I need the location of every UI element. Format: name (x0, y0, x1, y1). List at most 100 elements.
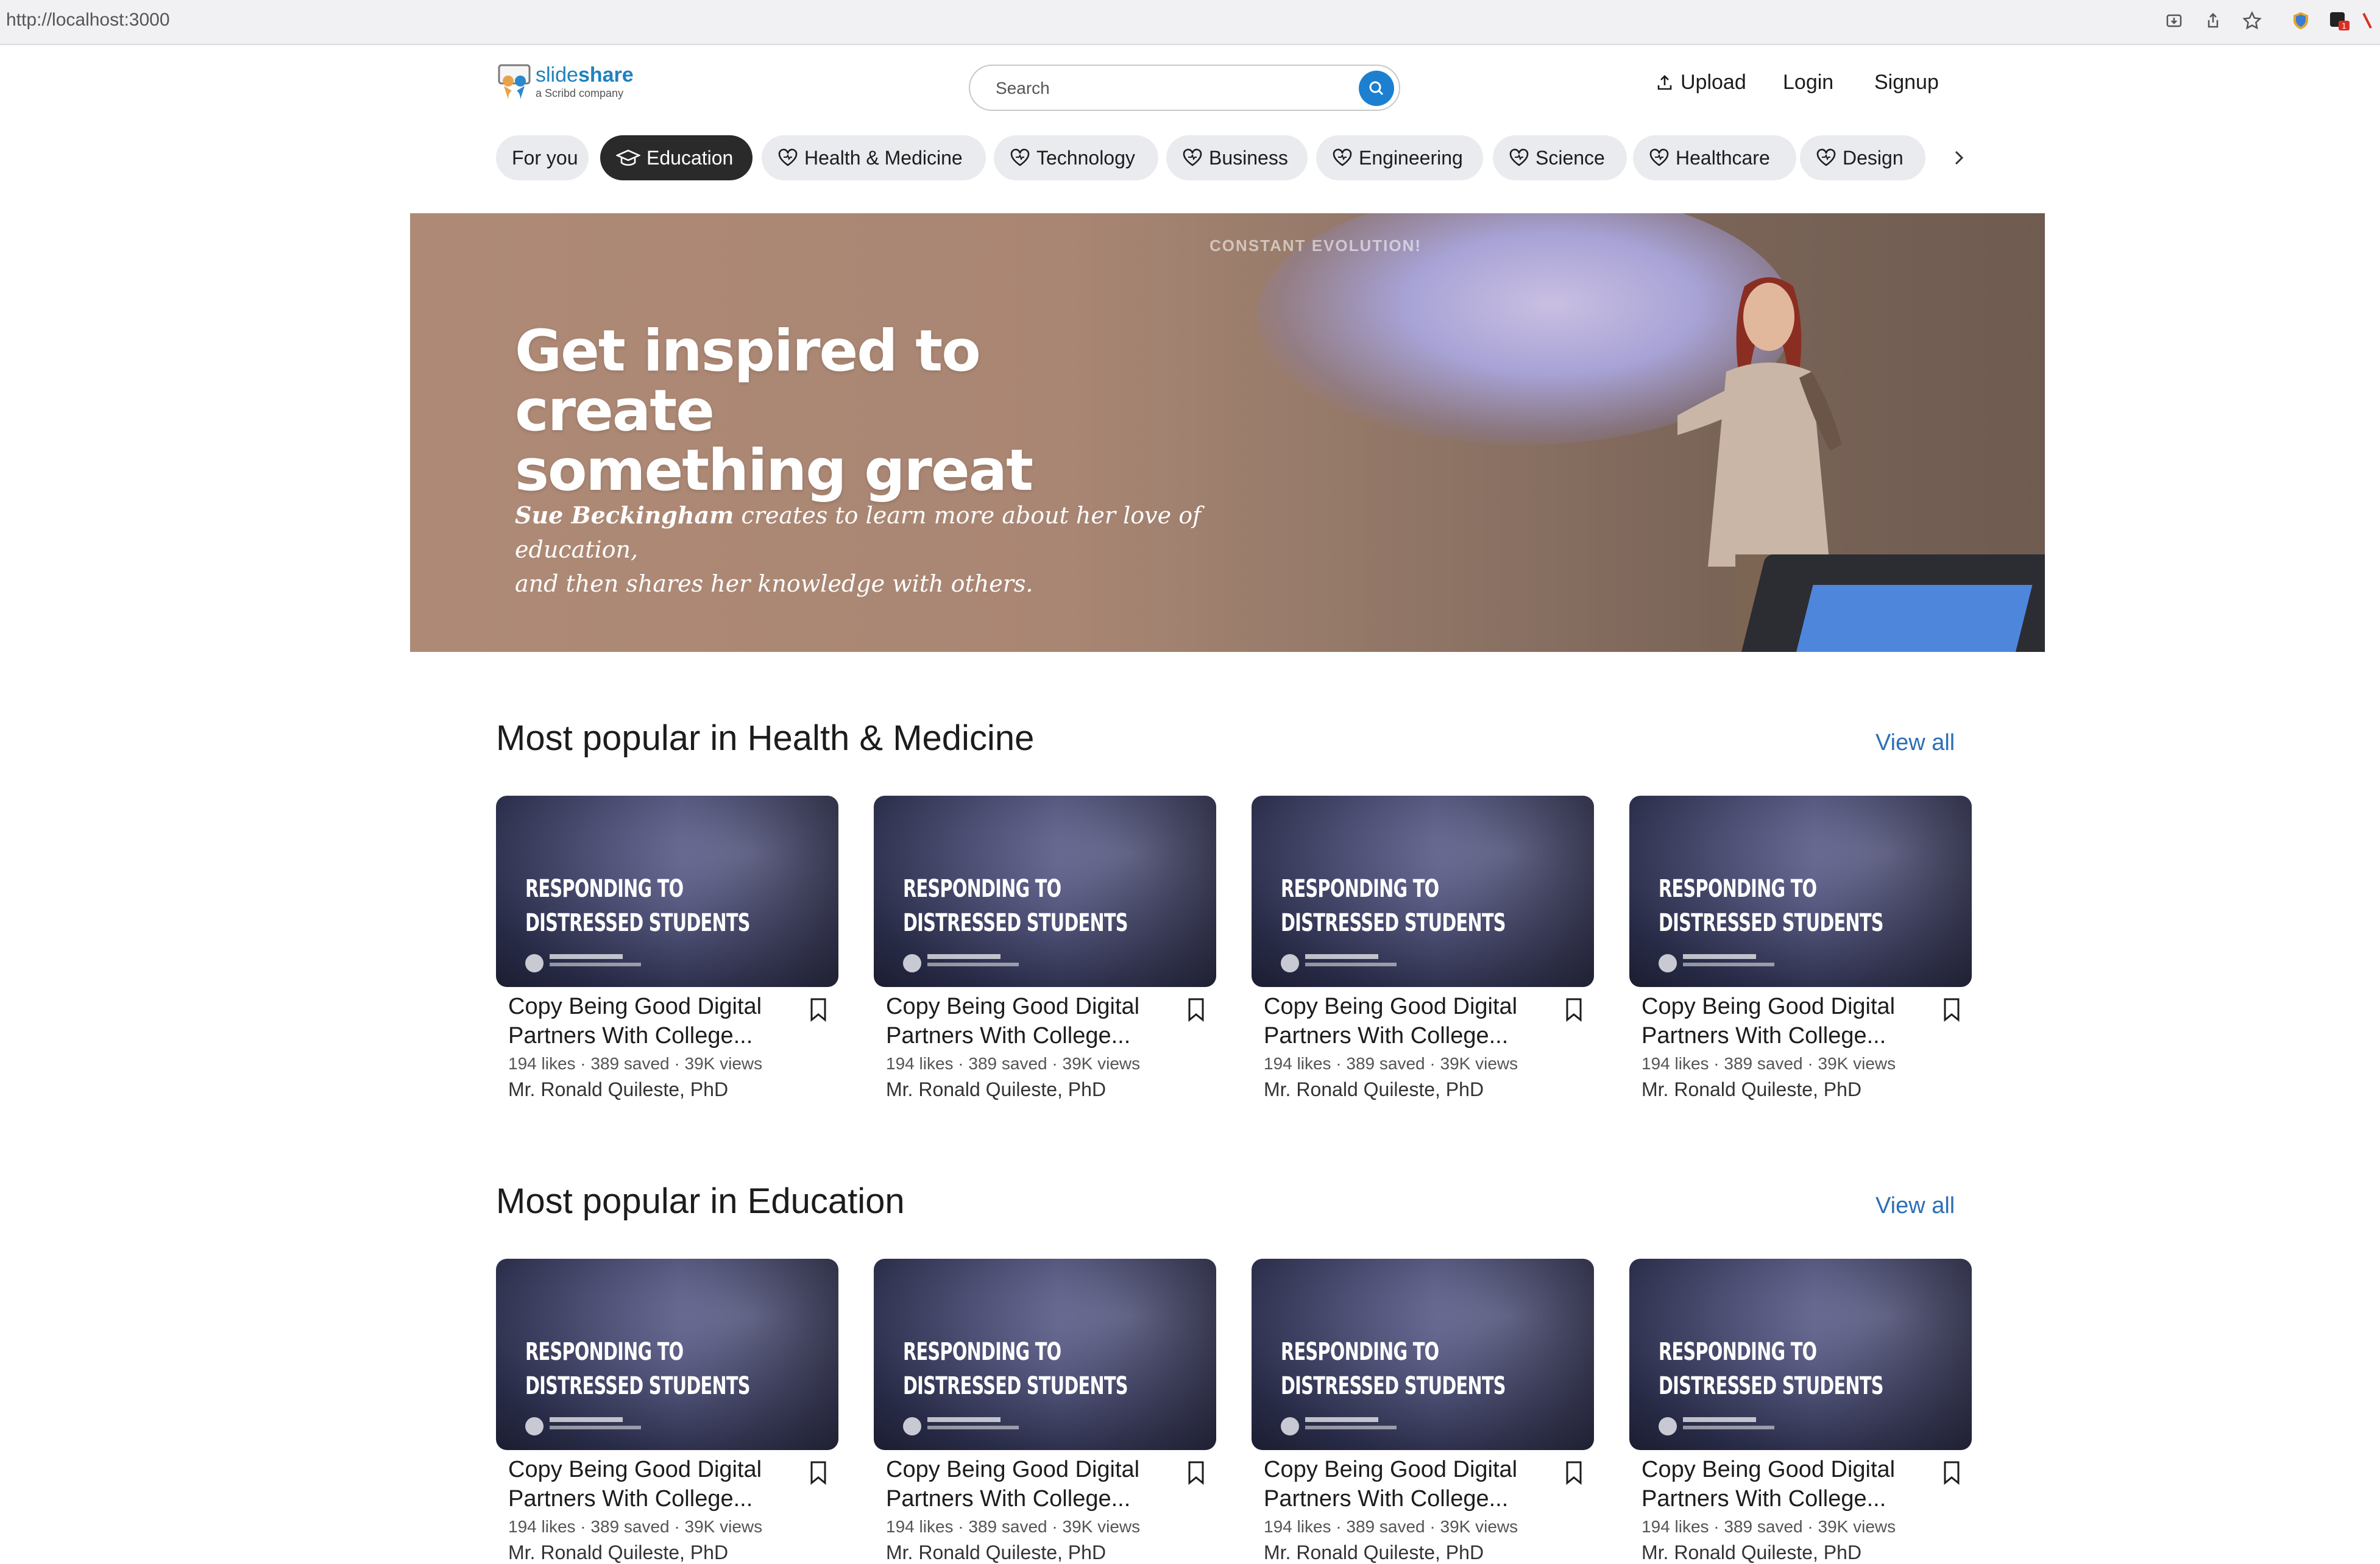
document-thumbnail[interactable]: RESPONDING TO DISTRESSED STUDENTS (1629, 796, 1972, 987)
bookmark-icon[interactable] (1565, 997, 1583, 1025)
document-title[interactable]: Copy Being Good Digital Partners With Co… (508, 1455, 788, 1513)
bookmark-icon[interactable] (1943, 1460, 1961, 1488)
extension-more-icon[interactable] (2358, 9, 2376, 33)
category-label: Engineering (1359, 146, 1463, 169)
document-thumbnail[interactable]: RESPONDING TO DISTRESSED STUDENTS (1629, 1259, 1972, 1450)
thumbnail-text: RESPONDING TO (1659, 1338, 1817, 1366)
categories-next-button[interactable] (1944, 135, 1974, 180)
category-pill-design[interactable]: Design (1800, 135, 1925, 180)
likes-count: 194 likes (886, 1517, 954, 1536)
address-bar[interactable]: http://localhost:3000 (6, 10, 170, 30)
hero-title: Get inspired to create something great (515, 322, 1185, 501)
likes-count: 194 likes (1642, 1054, 1709, 1073)
category-pill-engineering[interactable]: Engineering (1316, 135, 1483, 180)
bookmark-icon[interactable] (809, 997, 827, 1025)
bookmark-icon[interactable] (1187, 1460, 1205, 1488)
views-count: 39K views (1818, 1517, 1896, 1536)
document-author[interactable]: Mr. Ronald Quileste, PhD (508, 1078, 728, 1101)
bookmark-icon[interactable] (809, 1460, 827, 1488)
category-pill-for-you[interactable]: For you (496, 135, 589, 180)
logo-mark-icon (498, 64, 531, 99)
document-author[interactable]: Mr. Ronald Quileste, PhD (1264, 1078, 1484, 1101)
search-icon (1369, 81, 1384, 96)
chevron-right-icon (1955, 150, 1964, 165)
document-author[interactable]: Mr. Ronald Quileste, PhD (508, 1541, 728, 1564)
thumbnail-text: RESPONDING TO (903, 1338, 1061, 1366)
logo-name-light: slide (536, 63, 578, 87)
bookmark-star-icon[interactable] (2240, 9, 2264, 33)
thumbnail-text: DISTRESSED STUDENTS (903, 909, 1128, 937)
saved-count: 389 saved (1724, 1054, 1803, 1073)
category-pill-education[interactable]: Education (600, 135, 753, 180)
category-label: Healthcare (1676, 146, 1770, 169)
signup-link[interactable]: Signup (1874, 71, 1939, 94)
bookmark-icon[interactable] (1943, 997, 1961, 1025)
hero-description: Sue Beckingham creates to learn more abo… (515, 498, 1222, 601)
document-title[interactable]: Copy Being Good Digital Partners With Co… (1642, 992, 1922, 1050)
thumbnail-text: DISTRESSED STUDENTS (903, 1372, 1128, 1400)
category-label: Science (1535, 146, 1605, 169)
heart-icon (1816, 149, 1836, 166)
view-all-link[interactable]: View all (1875, 730, 1955, 756)
saved-count: 389 saved (1724, 1517, 1803, 1536)
hero-banner[interactable]: CONSTANT EVOLUTION! Get inspired to crea… (410, 213, 2045, 652)
saved-count: 389 saved (1346, 1054, 1425, 1073)
browser-toolbar: http://localhost:3000 1 (0, 0, 2380, 45)
document-title[interactable]: Copy Being Good Digital Partners With Co… (886, 1455, 1166, 1513)
upload-button[interactable]: Upload (1655, 71, 1746, 94)
thumbnail-text: RESPONDING TO (1281, 1338, 1439, 1366)
bookmark-icon[interactable] (1565, 1460, 1583, 1488)
saved-count: 389 saved (968, 1054, 1047, 1073)
document-thumbnail[interactable]: RESPONDING TO DISTRESSED STUDENTS (874, 796, 1216, 987)
category-pill-healthcare[interactable]: Healthcare (1633, 135, 1796, 180)
section-title: Most popular in Education (496, 1181, 905, 1221)
thumbnail-text: DISTRESSED STUDENTS (525, 1372, 751, 1400)
bookmark-icon[interactable] (1187, 997, 1205, 1025)
thumbnail-text: DISTRESSED STUDENTS (1659, 1372, 1884, 1400)
likes-count: 194 likes (508, 1517, 576, 1536)
views-count: 39K views (684, 1054, 763, 1073)
views-count: 39K views (684, 1517, 763, 1536)
section-title: Most popular in Health & Medicine (496, 718, 1035, 758)
slideshare-logo[interactable]: slideshare a Scribd company (498, 62, 634, 101)
document-author[interactable]: Mr. Ronald Quileste, PhD (1642, 1541, 1861, 1564)
saved-count: 389 saved (968, 1517, 1047, 1536)
heart-icon (1509, 149, 1529, 166)
document-author[interactable]: Mr. Ronald Quileste, PhD (886, 1078, 1106, 1101)
install-icon[interactable] (2162, 9, 2186, 33)
document-stats: 194 likes · 389 saved · 39K views (1264, 1517, 1518, 1536)
extension-shield-icon[interactable] (2289, 9, 2313, 33)
thumbnail-text: DISTRESSED STUDENTS (1281, 909, 1506, 937)
document-title[interactable]: Copy Being Good Digital Partners With Co… (1264, 992, 1544, 1050)
login-link[interactable]: Login (1783, 71, 1833, 94)
search-button[interactable] (1359, 71, 1394, 106)
category-pill-health-medicine[interactable]: Health & Medicine (762, 135, 986, 180)
document-title[interactable]: Copy Being Good Digital Partners With Co… (1642, 1455, 1922, 1513)
category-pill-technology[interactable]: Technology (994, 135, 1158, 180)
logo-name-bold: share (578, 63, 634, 87)
share-icon[interactable] (2201, 9, 2225, 33)
thumbnail-text: RESPONDING TO (1659, 875, 1817, 903)
category-pill-science[interactable]: Science (1493, 135, 1627, 180)
heart-icon (1649, 149, 1669, 166)
search-input[interactable] (994, 76, 1338, 101)
document-author[interactable]: Mr. Ronald Quileste, PhD (1642, 1078, 1861, 1101)
document-title[interactable]: Copy Being Good Digital Partners With Co… (886, 992, 1166, 1050)
document-thumbnail[interactable]: RESPONDING TO DISTRESSED STUDENTS (496, 1259, 838, 1450)
document-thumbnail[interactable]: RESPONDING TO DISTRESSED STUDENTS (1252, 796, 1594, 987)
likes-count: 194 likes (1642, 1517, 1709, 1536)
document-thumbnail[interactable]: RESPONDING TO DISTRESSED STUDENTS (496, 796, 838, 987)
svg-text:1: 1 (2342, 22, 2346, 30)
heart-icon (1183, 149, 1202, 166)
document-thumbnail[interactable]: RESPONDING TO DISTRESSED STUDENTS (1252, 1259, 1594, 1450)
extension-badge-icon[interactable]: 1 (2328, 9, 2352, 33)
document-stats: 194 likes · 389 saved · 39K views (1642, 1054, 1896, 1073)
document-title[interactable]: Copy Being Good Digital Partners With Co… (1264, 1455, 1544, 1513)
hero-laptop-image (1735, 554, 2045, 652)
document-author[interactable]: Mr. Ronald Quileste, PhD (1264, 1541, 1484, 1564)
document-thumbnail[interactable]: RESPONDING TO DISTRESSED STUDENTS (874, 1259, 1216, 1450)
document-author[interactable]: Mr. Ronald Quileste, PhD (886, 1541, 1106, 1564)
document-title[interactable]: Copy Being Good Digital Partners With Co… (508, 992, 788, 1050)
category-pill-business[interactable]: Business (1166, 135, 1308, 180)
view-all-link[interactable]: View all (1875, 1193, 1955, 1219)
